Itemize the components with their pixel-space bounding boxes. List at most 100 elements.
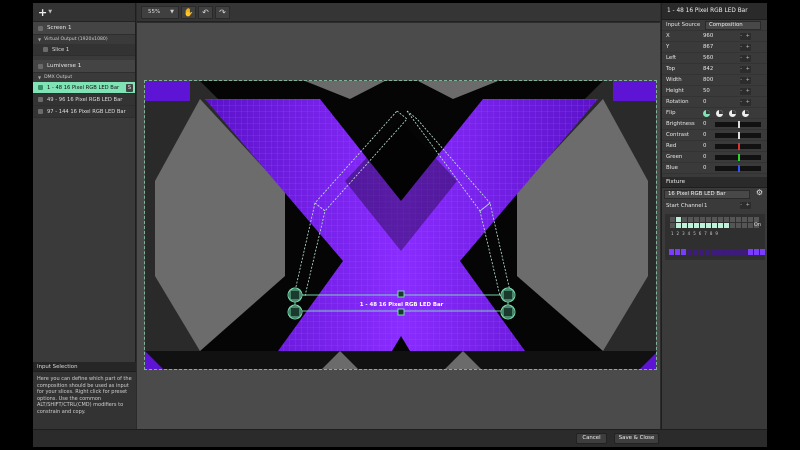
channel-cell[interactable]	[724, 217, 729, 222]
hand-tool-button[interactable]: ✋	[181, 6, 196, 19]
slider-knob[interactable]	[738, 121, 740, 128]
channel-cell[interactable]	[736, 217, 741, 222]
composition-canvas[interactable]: 1 - 48 16 Pixel RGB LED Bar	[144, 80, 657, 370]
tree-item-virtual-output[interactable]: ▼ Virtual Output (1920x1080)	[33, 35, 135, 44]
checkbox[interactable]	[38, 25, 43, 31]
flip-vertical-icon[interactable]	[729, 109, 736, 117]
slider-knob[interactable]	[738, 165, 740, 172]
tree-item-screen[interactable]: Screen 1	[33, 22, 135, 35]
channel-cell[interactable]	[742, 217, 747, 222]
help-panel: Input Selection Here you can define whic…	[33, 362, 136, 429]
slider-knob[interactable]	[738, 132, 740, 139]
start-channel-stepper[interactable]: - +	[740, 202, 751, 209]
prop-stepper[interactable]: - +	[740, 33, 751, 40]
slider-knob[interactable]	[738, 143, 740, 150]
channel-cell[interactable]	[670, 217, 675, 222]
start-channel-value[interactable]: 1	[704, 203, 720, 209]
channel-cell[interactable]	[682, 223, 687, 228]
checkbox[interactable]	[38, 109, 43, 114]
checkbox[interactable]	[38, 97, 43, 102]
tree-item-fixture-2[interactable]: 49 - 96 16 Pixel RGB LED Bar	[33, 94, 135, 106]
undo-button[interactable]: ↶	[198, 6, 213, 19]
channel-cell[interactable]	[712, 223, 717, 228]
chevron-down-icon: ▼	[170, 9, 174, 15]
slider-track[interactable]	[715, 132, 761, 139]
fixture-dropdown[interactable]: 16 Pixel RGB LED Bar	[664, 190, 750, 199]
channel-cell[interactable]	[724, 223, 729, 228]
channel-number: 4	[687, 231, 691, 236]
channel-cell[interactable]	[748, 217, 753, 222]
tree-item-dmx-output[interactable]: ▼ DMX Output	[33, 73, 135, 82]
channel-cell[interactable]	[712, 217, 717, 222]
expand-triangle-icon[interactable]: ▼	[38, 75, 41, 80]
flip-none-icon[interactable]	[703, 109, 710, 117]
channel-cell[interactable]	[676, 217, 681, 222]
prop-stepper[interactable]: - +	[740, 44, 751, 51]
channel-cell[interactable]	[694, 217, 699, 222]
redo-button[interactable]: ↷	[215, 6, 230, 19]
prop-value[interactable]: 0	[703, 99, 767, 105]
channel-cell[interactable]	[742, 223, 747, 228]
channel-cell[interactable]	[718, 217, 723, 222]
selection-label: 1 - 48 16 Pixel RGB LED Bar	[359, 302, 444, 308]
channel-cell[interactable]	[706, 223, 711, 228]
slider-knob[interactable]	[738, 154, 740, 161]
gear-icon[interactable]: ⚙	[756, 188, 763, 197]
prop-label: Y	[666, 44, 670, 50]
channel-cell[interactable]	[694, 223, 699, 228]
add-button[interactable]: +	[38, 7, 47, 18]
channel-cell[interactable]	[688, 217, 693, 222]
slider-track[interactable]	[715, 165, 761, 172]
channel-cell[interactable]	[700, 217, 705, 222]
tree-item-label: 97 - 144 16 Pixel RGB LED Bar	[47, 108, 126, 115]
prop-value[interactable]: 560	[703, 55, 767, 61]
flip-both-icon[interactable]	[742, 109, 749, 117]
prop-value[interactable]: 50	[703, 88, 767, 94]
zoom-dropdown[interactable]: 55% ▼	[141, 6, 179, 19]
canvas-area[interactable]: 1 - 48 16 Pixel RGB LED Bar	[137, 23, 660, 429]
channel-number: 6	[698, 231, 702, 236]
channel-cell[interactable]	[748, 223, 753, 228]
prop-value[interactable]: 842	[703, 66, 767, 72]
channel-cell[interactable]	[730, 223, 735, 228]
tree-item-fixture-1[interactable]: 1 - 48 16 Pixel RGB LED Bar S	[33, 82, 135, 94]
channel-cell[interactable]	[676, 223, 681, 228]
flip-horizontal-icon[interactable]	[716, 109, 723, 117]
slider-track[interactable]	[715, 154, 761, 161]
slider-track[interactable]	[715, 121, 761, 128]
prop-stepper[interactable]: - +	[740, 66, 751, 73]
tree-item-slice[interactable]: Slice 1	[33, 44, 135, 56]
prop-stepper[interactable]: - +	[740, 55, 751, 62]
prop-stepper[interactable]: - +	[740, 88, 751, 95]
chevron-down-icon[interactable]: ▼	[48, 9, 52, 15]
save-close-button[interactable]: Save & Close	[614, 433, 659, 444]
tree-item-fixture-3[interactable]: 97 - 144 16 Pixel RGB LED Bar	[33, 106, 135, 118]
checkbox[interactable]	[43, 47, 48, 52]
channel-grid[interactable]: On 123456789	[665, 214, 765, 260]
channel-cell[interactable]	[688, 223, 693, 228]
channel-cell[interactable]	[736, 223, 741, 228]
channel-cell[interactable]	[718, 223, 723, 228]
expand-triangle-icon[interactable]: ▼	[38, 37, 41, 42]
channel-cell[interactable]	[682, 217, 687, 222]
cancel-button[interactable]: Cancel	[576, 433, 607, 444]
channel-number: 3	[682, 231, 685, 236]
slider-track[interactable]	[715, 143, 761, 150]
prop-stepper[interactable]: - +	[740, 99, 751, 106]
channel-number: 8	[709, 231, 713, 236]
checkbox[interactable]	[38, 85, 43, 90]
channel-cell[interactable]	[730, 217, 735, 222]
fixture-row: 16 Pixel RGB LED Bar ⚙	[662, 188, 767, 200]
channel-cell[interactable]	[706, 217, 711, 222]
checkbox[interactable]	[38, 63, 43, 69]
prop-value[interactable]: 800	[703, 77, 767, 83]
channel-cell[interactable]	[700, 223, 705, 228]
prop-value[interactable]: 867	[703, 44, 767, 50]
slider-label: Green	[666, 154, 683, 160]
tree-item-lumiverse[interactable]: Lumiverse 1	[33, 60, 135, 73]
channel-cell[interactable]	[670, 223, 675, 228]
input-source-dropdown[interactable]: Composition	[705, 21, 761, 30]
prop-stepper[interactable]: - +	[740, 77, 751, 84]
prop-value[interactable]: 960	[703, 33, 767, 39]
solo-badge[interactable]: S	[126, 84, 133, 92]
